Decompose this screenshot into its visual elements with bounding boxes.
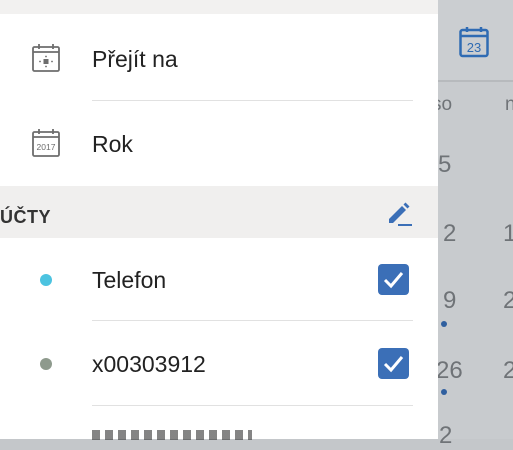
account-label: Telefon bbox=[92, 267, 167, 293]
accounts-title: ÚČTY bbox=[0, 207, 51, 227]
menu-item-goto-label: Přejít na bbox=[92, 46, 178, 72]
year-icon-text: 2017 bbox=[37, 142, 56, 152]
calendar-goto-icon bbox=[32, 44, 60, 72]
account-color-dot bbox=[40, 274, 52, 286]
calendar-date[interactable]: 2 bbox=[443, 220, 456, 248]
calendar-year-icon: 2017 bbox=[32, 129, 60, 157]
event-dot bbox=[441, 321, 447, 327]
account-row-telefon[interactable]: Telefon bbox=[0, 238, 438, 322]
calendar-date[interactable]: 9 bbox=[443, 287, 456, 315]
account-label: x00303912 bbox=[92, 351, 206, 377]
calendar-date[interactable]: 5 bbox=[438, 151, 451, 179]
divider bbox=[92, 405, 413, 406]
day-header-sunday: n bbox=[505, 94, 513, 115]
today-number: 23 bbox=[467, 40, 481, 55]
edit-pencil-icon[interactable] bbox=[385, 199, 413, 227]
menu-item-goto[interactable]: Přejít na bbox=[0, 16, 438, 100]
drawer-top-strip bbox=[0, 0, 438, 14]
calendar-date[interactable]: 2 bbox=[439, 422, 452, 450]
account-row-x00303912[interactable]: x00303912 bbox=[0, 321, 438, 405]
calendar-date[interactable]: 1 bbox=[503, 220, 513, 248]
check-icon bbox=[383, 272, 404, 289]
calendar-date[interactable]: 2 bbox=[503, 287, 513, 315]
account-color-dot bbox=[40, 358, 52, 370]
calendar-date[interactable]: 2 bbox=[503, 357, 513, 385]
navigation-drawer: Přejít na 2017 Rok ÚČTY Telefon x0030391… bbox=[0, 0, 438, 440]
menu-item-year[interactable]: 2017 Rok bbox=[0, 101, 438, 185]
account-checkbox[interactable] bbox=[378, 348, 409, 379]
menu-item-year-label: Rok bbox=[92, 131, 133, 157]
calendar-date[interactable]: 26 bbox=[436, 357, 463, 385]
event-dot bbox=[441, 389, 447, 395]
account-checkbox[interactable] bbox=[378, 264, 409, 295]
today-calendar-icon[interactable]: 23 bbox=[459, 26, 489, 58]
check-icon bbox=[383, 356, 404, 373]
accounts-section-header bbox=[0, 186, 438, 238]
